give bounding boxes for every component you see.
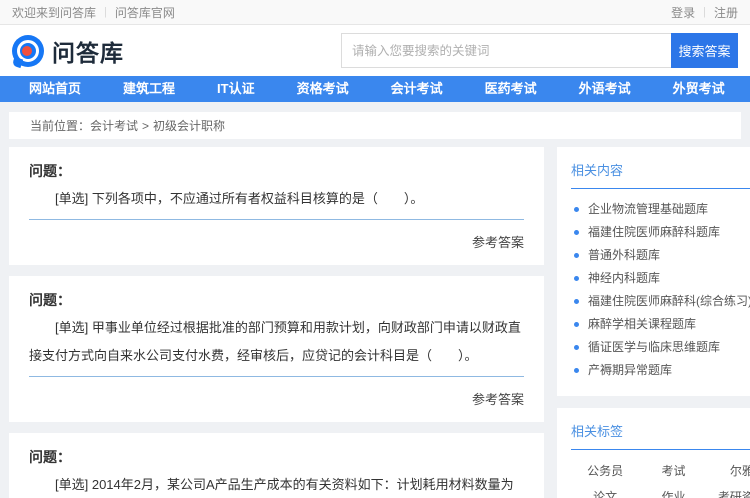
nav-item[interactable]: 会计考试 [370,76,464,102]
welcome-text: 欢迎来到问答库 [12,5,97,20]
tag-link[interactable]: 尔雅 [730,462,750,479]
related-content-item-label: 福建住院医师麻醉科题库 [588,225,721,239]
logo-speech-bubble-icon [11,34,44,68]
breadcrumb-category-link[interactable]: 会计考试 [90,117,138,134]
related-tags-box: 相关标签 公务员 考试 尔雅论文 作业 考研资料 [557,408,750,498]
topbar: 欢迎来到问答库 | 问答库官网 登录 | 注册 [0,0,750,25]
tag-grid: 公务员 考试 尔雅论文 作业 考研资料 [571,462,750,498]
login-link[interactable]: 登录 [671,4,695,21]
related-content-item-label: 产褥期异常题库 [588,363,673,377]
nav-item[interactable]: 网站首页 [8,76,102,102]
related-content-list: 企业物流管理基础题库 福建住院医师麻醉科题库 普通外科题库 神经内科题库 福建住… [571,198,750,382]
nav-item[interactable]: 学历考试 [746,76,750,102]
related-content-item[interactable]: 普通外科题库 [571,244,750,267]
register-link[interactable]: 注册 [714,4,738,21]
question-text: [单选] 2014年2月，某公司A产品生产成本的有关资料如下：计划耗用材料数量为… [29,471,524,498]
related-content-item-label: 循证医学与临床思维题库 [588,340,721,354]
related-content-item-label: 企业物流管理基础题库 [588,202,709,216]
header: 问答库 搜索答案 [0,25,750,76]
related-content-item-label: 福建住院医师麻醉科(综合练习)题库 [588,294,750,308]
related-content-item[interactable]: 福建住院医师麻醉科(综合练习)题库 [571,290,750,313]
logo-text: 问答库 [52,39,124,66]
tag-link[interactable]: 作业 [661,488,685,498]
question-title: 问题： [29,292,71,308]
related-content-item-label: 神经内科题库 [588,271,661,285]
breadcrumb: 当前位置： 会计考试 > 初级会计职称 [9,112,741,139]
bullet-dot-icon [574,299,579,304]
breadcrumb-separator: > [142,118,150,133]
breadcrumb-current: 初级会计职称 [153,119,226,133]
tag-link[interactable]: 论文 [593,488,617,498]
bullet-dot-icon [574,207,579,212]
related-content-title: 相关内容 [571,160,750,189]
bullet-dot-icon [574,276,579,281]
bullet-dot-icon [574,253,579,258]
related-content-item[interactable]: 麻醉学相关课程题库 [571,313,750,336]
question-text: [单选] 甲事业单位经过根据批准的部门预算和用款计划，向财政部门申请以财政直接支… [29,314,524,377]
tag-link[interactable]: 考研资料 [718,488,750,498]
bullet-dot-icon [574,345,579,350]
site-logo[interactable]: 问答库 [11,34,124,68]
reference-answer-link[interactable]: 参考答案 [29,232,524,251]
question-title: 问题： [29,449,71,465]
official-site-link[interactable]: 问答库官网 [115,4,175,21]
nav-item[interactable]: 资格考试 [276,76,370,102]
nav-item[interactable]: IT认证 [196,76,276,102]
related-content-box: 相关内容 企业物流管理基础题库 福建住院医师麻醉科题库 普通外科题库 神经内科题… [557,147,750,396]
related-content-item[interactable]: 企业物流管理基础题库 [571,198,750,221]
tag-link[interactable]: 公务员 [587,462,623,479]
related-content-item-label: 麻醉学相关课程题库 [588,317,697,331]
question-card: 问题： [单选] 2014年2月，某公司A产品生产成本的有关资料如下：计划耗用材… [9,433,544,498]
search-answers-button[interactable]: 搜索答案 [671,33,738,68]
bullet-dot-icon [574,368,579,373]
related-tags-title: 相关标签 [571,421,750,450]
question-text: [单选] 下列各项中，不应通过所有者权益科目核算的是（ ）。 [29,185,524,220]
topbar-left: 欢迎来到问答库 | 问答库官网 [12,4,175,21]
question-card: 问题： [单选] 甲事业单位经过根据批准的部门预算和用款计划，向财政部门申请以财… [9,276,544,422]
breadcrumb-label: 当前位置： [30,119,91,133]
tag-link[interactable]: 考试 [661,462,685,479]
bullet-dot-icon [574,322,579,327]
related-content-item[interactable]: 福建住院医师麻醉科题库 [571,221,750,244]
bullet-dot-icon [574,230,579,235]
nav-item[interactable]: 外语考试 [558,76,652,102]
question-list: 问题： [单选] 下列各项中，不应通过所有者权益科目核算的是（ ）。 参考答案 … [9,147,544,498]
nav-item[interactable]: 医药考试 [464,76,558,102]
search-input[interactable] [341,33,671,68]
divider: | [703,6,706,18]
related-content-item[interactable]: 循证医学与临床思维题库 [571,336,750,359]
nav-item[interactable]: 建筑工程 [102,76,196,102]
search-box: 搜索答案 [341,33,738,68]
related-content-item[interactable]: 神经内科题库 [571,267,750,290]
topbar-right: 登录 | 注册 [671,4,738,21]
question-cards: 问题： [单选] 下列各项中，不应通过所有者权益科目核算的是（ ）。 参考答案 … [9,147,544,498]
reference-answer-link[interactable]: 参考答案 [29,389,524,408]
related-content-item-label: 普通外科题库 [588,248,661,262]
divider: | [104,6,107,18]
main-nav: 网站首页建筑工程IT认证资格考试会计考试医药考试外语考试外贸考试学历考试 [0,76,750,102]
related-content-item[interactable]: 产褥期异常题库 [571,359,750,382]
question-card: 问题： [单选] 下列各项中，不应通过所有者权益科目核算的是（ ）。 参考答案 [9,147,544,265]
sidebar: 相关内容 企业物流管理基础题库 福建住院医师麻醉科题库 普通外科题库 神经内科题… [557,147,750,498]
question-title: 问题： [29,163,71,179]
nav-item[interactable]: 外贸考试 [652,76,746,102]
main-area: 问题： [单选] 下列各项中，不应通过所有者权益科目核算的是（ ）。 参考答案 … [0,147,750,498]
